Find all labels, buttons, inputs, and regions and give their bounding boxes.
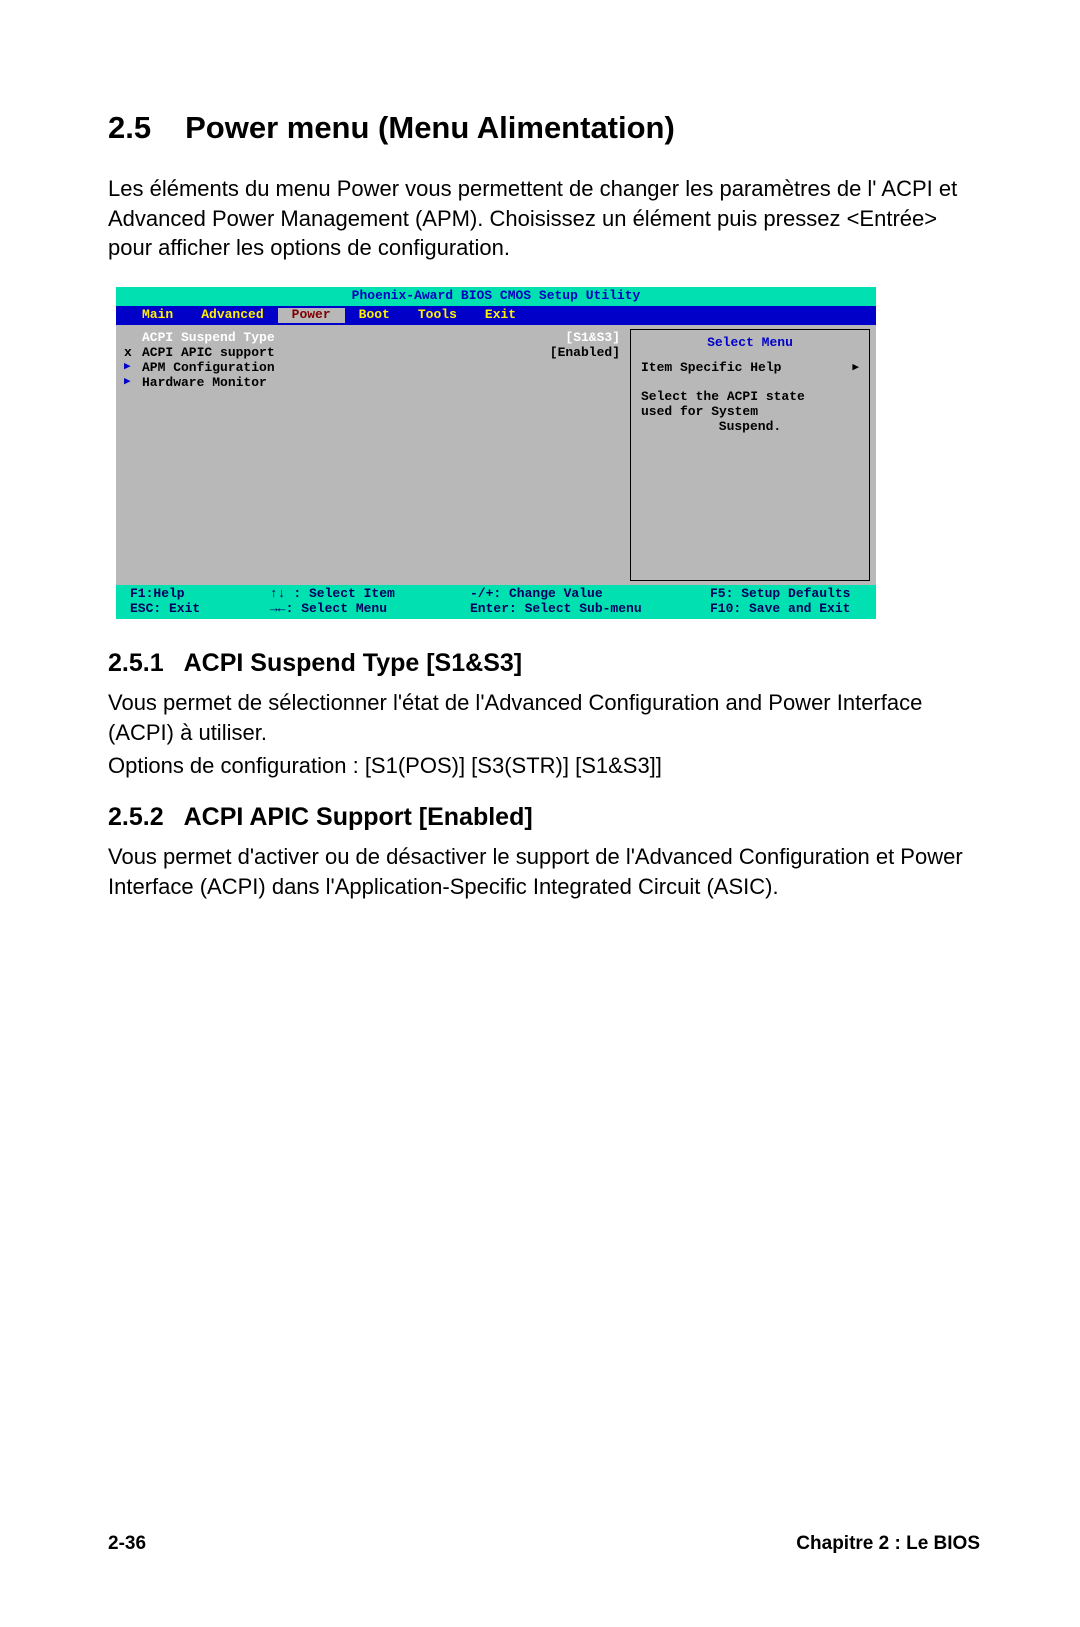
bios-item[interactable]: ▶ APM Configuration — [124, 361, 620, 376]
bios-item-list: ACPI Suspend Type [S1&S3] x ACPI APIC su… — [116, 325, 630, 585]
bios-item-label: APM Configuration — [142, 361, 620, 376]
chapter-label: Chapitre 2 : Le BIOS — [796, 1533, 980, 1555]
bios-help-text: Suspend. — [641, 420, 859, 435]
subsection-heading-252: 2.5.2 ACPI APIC Support [Enabled] — [108, 803, 980, 832]
triangle-icon: ▶ — [124, 376, 142, 391]
bios-key-hint: F5: Setup Defaults — [710, 587, 862, 602]
bios-key-hint: -/+: Change Value — [470, 587, 710, 602]
bios-help-text: used for System — [641, 405, 859, 420]
bios-tab-advanced[interactable]: Advanced — [187, 308, 277, 323]
bios-item-label: ACPI APIC support — [142, 346, 550, 361]
bios-key-hint: F10: Save and Exit — [710, 602, 862, 617]
intro-paragraph: Les éléments du menu Power vous permette… — [108, 174, 980, 263]
section-number: 2.5 — [108, 110, 151, 146]
triangle-icon: ▶ — [124, 361, 142, 376]
subsection-title: ACPI APIC Support [Enabled] — [184, 803, 533, 831]
subsection-251-text: Vous permet de sélectionner l'état de l'… — [108, 688, 980, 747]
bios-help-panel: Select Menu Item Specific Help ▶ Select … — [630, 329, 870, 581]
bios-item-value: [Enabled] — [550, 346, 620, 361]
bios-key-hint: ESC: Exit — [130, 602, 270, 617]
page-number: 2-36 — [108, 1533, 146, 1555]
bios-key-hint: F1:Help — [130, 587, 270, 602]
bios-item-value: [S1&S3] — [565, 331, 620, 346]
bios-title-bar: Phoenix-Award BIOS CMOS Setup Utility — [116, 287, 876, 306]
bios-footer: F1:Help ↑↓ : Select Item -/+: Change Val… — [116, 585, 876, 619]
bios-help-text: Select the ACPI state — [641, 390, 859, 405]
section-heading: 2.5 Power menu (Menu Alimentation) — [108, 110, 980, 146]
bios-tab-exit[interactable]: Exit — [471, 308, 530, 323]
page-footer: 2-36 Chapitre 2 : Le BIOS — [108, 1533, 980, 1555]
bios-help-line: Item Specific Help — [641, 361, 781, 376]
bios-screenshot: Phoenix-Award BIOS CMOS Setup Utility Ma… — [116, 287, 876, 619]
subsection-251-options: Options de configuration : [S1(POS)] [S3… — [108, 751, 980, 781]
subsection-252-text: Vous permet d'activer ou de désactiver l… — [108, 842, 980, 901]
bios-tab-power[interactable]: Power — [278, 308, 345, 323]
section-title-text: Power menu (Menu Alimentation) — [185, 110, 675, 145]
bios-item-label: Hardware Monitor — [142, 376, 620, 391]
bios-key-hint: ↑↓ : Select Item — [270, 587, 470, 602]
bios-key-hint: →←: Select Menu — [270, 602, 470, 617]
subsection-number: 2.5.1 — [108, 649, 164, 678]
bios-item-mark — [124, 331, 142, 346]
bios-help-title: Select Menu — [641, 336, 859, 351]
bios-menubar: Main Advanced Power Boot Tools Exit — [116, 306, 876, 325]
bios-tab-tools[interactable]: Tools — [404, 308, 471, 323]
subsection-heading-251: 2.5.1 ACPI Suspend Type [S1&S3] — [108, 649, 980, 678]
bios-tab-main[interactable]: Main — [128, 308, 187, 323]
bios-tab-boot[interactable]: Boot — [345, 308, 404, 323]
bios-key-hint: Enter: Select Sub-menu — [470, 602, 710, 617]
subsection-title: ACPI Suspend Type [S1&S3] — [184, 649, 523, 677]
subsection-number: 2.5.2 — [108, 803, 164, 832]
bios-item[interactable]: ACPI Suspend Type [S1&S3] — [124, 331, 620, 346]
bios-item[interactable]: x ACPI APIC support [Enabled] — [124, 346, 620, 361]
bios-item[interactable]: ▶ Hardware Monitor — [124, 376, 620, 391]
bios-item-mark: x — [124, 346, 142, 361]
bios-body: ACPI Suspend Type [S1&S3] x ACPI APIC su… — [116, 325, 876, 585]
triangle-icon: ▶ — [852, 362, 859, 375]
bios-item-label: ACPI Suspend Type — [142, 331, 565, 346]
